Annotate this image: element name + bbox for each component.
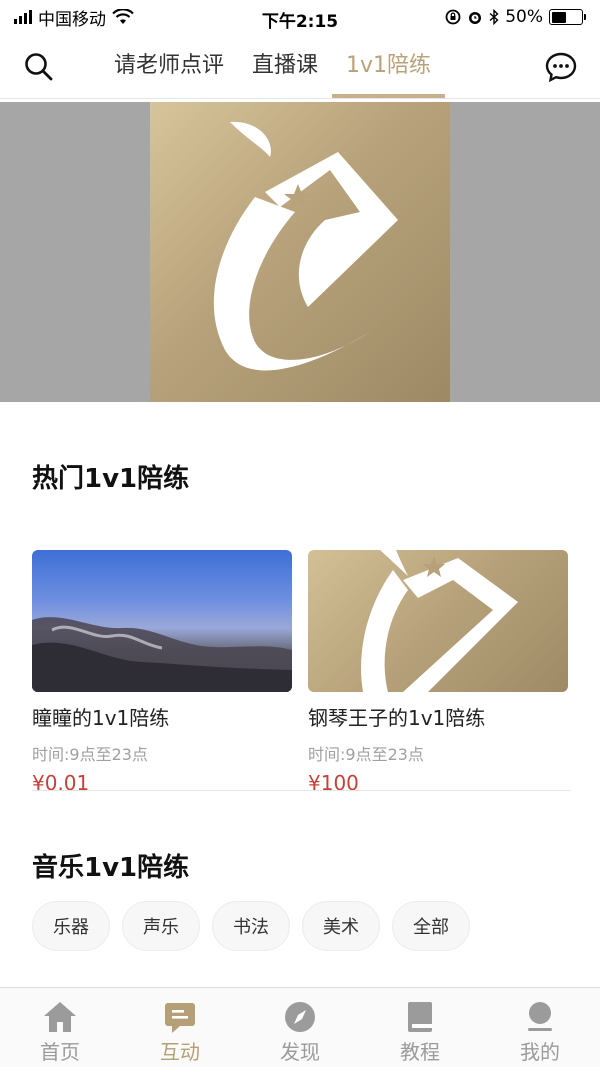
alarm-icon	[467, 9, 483, 25]
music-section-title: 音乐1v1陪练	[32, 853, 190, 883]
card-time: 时间:9点至23点	[32, 745, 148, 764]
card-thumbnail	[32, 550, 292, 692]
chip-art[interactable]: 美术	[302, 901, 380, 951]
tab-live-course[interactable]: 直播课	[238, 34, 332, 98]
signal-icon	[14, 10, 32, 24]
bottom-tab-bar: 首页 互动 发现 教程 我的	[0, 987, 600, 1067]
tab-teacher-review[interactable]: 请老师点评	[100, 34, 238, 98]
bottom-tab-home[interactable]: 首页	[0, 988, 120, 1067]
message-icon[interactable]	[544, 50, 578, 84]
nav-divider	[0, 98, 600, 99]
chip-vocal[interactable]: 声乐	[122, 901, 200, 951]
card-price: ¥100	[308, 771, 359, 795]
banner[interactable]	[0, 102, 600, 402]
bottom-tab-label: 我的	[520, 1040, 560, 1064]
wifi-icon	[112, 9, 134, 25]
carrier-label: 中国移动	[38, 9, 106, 30]
bottom-tab-discover[interactable]: 发现	[240, 988, 360, 1067]
status-bar: 中国移动 50% 下午2:15	[0, 0, 600, 34]
tab-1v1-practice[interactable]: 1v1陪练	[332, 34, 446, 98]
book-icon	[402, 1000, 438, 1034]
bottom-tab-label: 首页	[40, 1040, 80, 1064]
card-price: ¥0.01	[32, 771, 90, 795]
top-nav: 请老师点评 直播课 1v1陪练	[0, 34, 600, 98]
category-chips: 乐器 声乐 书法 美术 全部	[32, 901, 470, 951]
battery-icon	[549, 9, 586, 25]
card-title: 钢琴王子的1v1陪练	[308, 706, 486, 730]
card-time: 时间:9点至23点	[308, 745, 424, 764]
bottom-tab-label: 发现	[280, 1040, 320, 1064]
rotation-lock-icon	[445, 9, 461, 25]
compass-icon	[282, 1000, 318, 1034]
brand-logo	[150, 102, 450, 402]
bluetooth-icon	[489, 9, 499, 25]
practice-card[interactable]: 瞳瞳的1v1陪练 时间:9点至23点 ¥0.01	[32, 550, 292, 795]
interact-icon	[162, 1000, 198, 1034]
chip-instrument[interactable]: 乐器	[32, 901, 110, 951]
hot-section-title: 热门1v1陪练	[32, 464, 190, 494]
section-divider	[32, 790, 570, 791]
card-title: 瞳瞳的1v1陪练	[32, 706, 170, 730]
practice-card[interactable]: 钢琴王子的1v1陪练 时间:9点至23点 ¥100	[308, 550, 568, 795]
chip-all[interactable]: 全部	[392, 901, 470, 951]
bottom-tab-label: 教程	[400, 1040, 440, 1064]
search-icon[interactable]	[22, 50, 56, 84]
chip-calligraphy[interactable]: 书法	[212, 901, 290, 951]
bottom-tab-interact[interactable]: 互动	[120, 988, 240, 1067]
bottom-tab-tutorial[interactable]: 教程	[360, 988, 480, 1067]
bottom-tab-label: 互动	[160, 1040, 200, 1064]
battery-percent: 50%	[505, 7, 543, 27]
bottom-tab-mine[interactable]: 我的	[480, 988, 600, 1067]
profile-icon	[522, 1000, 558, 1034]
card-thumbnail	[308, 550, 568, 692]
home-icon	[42, 1000, 78, 1034]
